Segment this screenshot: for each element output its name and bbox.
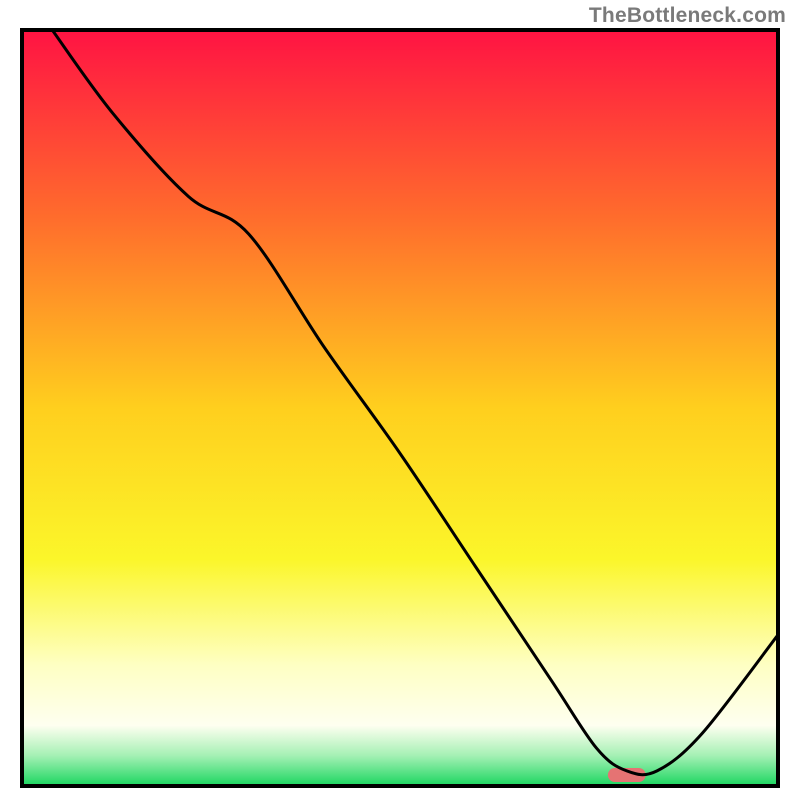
- watermark-text: TheBottleneck.com: [589, 4, 786, 28]
- chart-container: TheBottleneck.com: [0, 0, 800, 800]
- plot-background: [22, 30, 778, 786]
- bottleneck-chart: [0, 0, 800, 800]
